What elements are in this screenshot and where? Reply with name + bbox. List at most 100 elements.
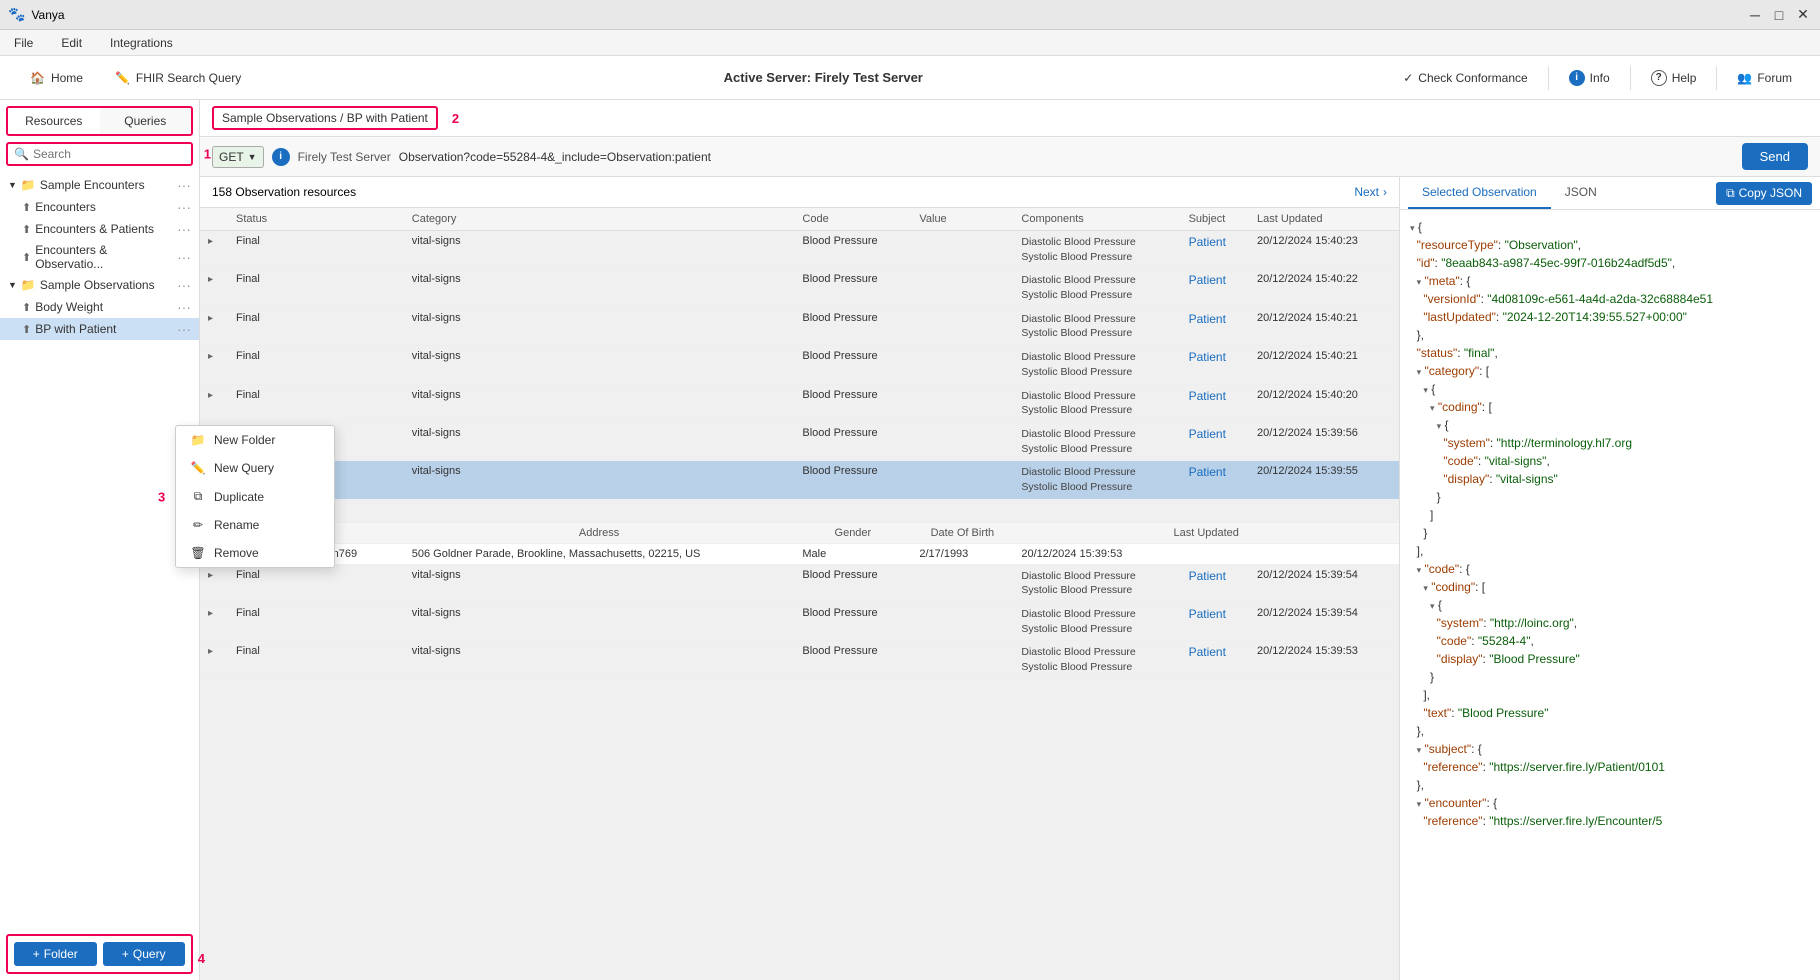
group-sample-observations-header[interactable]: ▼ 📁 Sample Observations ··· (0, 274, 199, 296)
json-code-coding-item-icon[interactable]: ▾ (1430, 601, 1435, 611)
patient-link[interactable]: Patient (1189, 569, 1226, 583)
json-code-coding-icon[interactable]: ▾ (1423, 583, 1428, 593)
table-row[interactable]: ▾ Final vital-signs Blood Pressure Diast… (200, 461, 1399, 499)
col-last-updated: Last Updated (1249, 208, 1399, 231)
tree-item-encounters-patients[interactable]: ⬆ Encounters & Patients ··· (0, 218, 199, 240)
table-row[interactable]: ▸ Final vital-signs Blood Pressure Diast… (200, 231, 1399, 269)
search-input[interactable] (33, 147, 185, 161)
patient-link[interactable]: Patient (1189, 350, 1226, 364)
expand-icon[interactable]: ▸ (208, 390, 213, 401)
json-coding-item-icon[interactable]: ▾ (1437, 421, 1442, 431)
copy-json-button[interactable]: ⧉ Copy JSON (1716, 182, 1812, 205)
json-code-icon[interactable]: ▾ (1417, 565, 1422, 575)
expand-cell[interactable]: ▸ (200, 641, 228, 679)
more-icon[interactable]: ··· (177, 221, 191, 237)
expand-cell[interactable]: ▸ (200, 231, 228, 269)
table-row[interactable]: ▸ Final vital-signs Blood Pressure Diast… (200, 269, 1399, 307)
expand-cell[interactable]: ▸ (200, 603, 228, 641)
table-row[interactable]: ▸ Final vital-signs Blood Pressure Diast… (200, 384, 1399, 422)
components-cell: Diastolic Blood PressureSystolic Blood P… (1013, 307, 1180, 345)
table-row[interactable]: ▸ Final vital-signs Blood Pressure Diast… (200, 603, 1399, 641)
check-conformance-button[interactable]: ✓ Check Conformance (1391, 65, 1539, 91)
tree-item-body-weight[interactable]: ⬆ Body Weight ··· (0, 296, 199, 318)
tab-queries[interactable]: Queries (100, 108, 192, 134)
forum-button[interactable]: 👥 Forum (1725, 65, 1804, 91)
json-collapse-icon[interactable]: ▾ (1410, 223, 1415, 233)
col-category: Category (404, 208, 795, 231)
url-input[interactable] (399, 150, 1734, 164)
method-select[interactable]: GET ▼ (212, 146, 264, 168)
last-updated-cell: 20/12/2024 15:39:55 (1249, 461, 1399, 499)
table-row[interactable]: ▸ Final vital-signs Blood Pressure Diast… (200, 564, 1399, 602)
patient-link[interactable]: Patient (1189, 645, 1226, 659)
json-coding-icon[interactable]: ▾ (1430, 403, 1435, 413)
more-icon[interactable]: ··· (177, 178, 191, 192)
menu-edit[interactable]: Edit (55, 34, 88, 52)
context-menu-new-query[interactable]: ✏️ New Query (176, 454, 334, 482)
more-icon[interactable]: ··· (177, 299, 191, 315)
expand-icon[interactable]: ▸ (208, 274, 213, 285)
add-folder-button[interactable]: + Folder (14, 942, 97, 966)
expand-icon[interactable]: ▸ (208, 608, 213, 619)
maximize-button[interactable]: □ (1770, 6, 1788, 24)
help-button[interactable]: ? Help (1639, 64, 1709, 92)
more-icon[interactable]: ··· (177, 278, 191, 292)
more-icon[interactable]: ··· (177, 249, 191, 265)
expand-cell[interactable]: ▸ (200, 564, 228, 602)
expand-icon[interactable]: ▸ (208, 646, 213, 657)
url-info-button[interactable]: i (272, 148, 290, 166)
patient-link[interactable]: Patient (1189, 427, 1226, 441)
tree-item-bp-with-patient[interactable]: ⬆ BP with Patient ··· (0, 318, 199, 340)
send-button[interactable]: Send (1742, 143, 1808, 170)
tree-item-encounters-observation[interactable]: ⬆ Encounters & Observatio... ··· (0, 240, 199, 274)
expand-icon[interactable]: ▸ (208, 570, 213, 581)
more-icon[interactable]: ··· (177, 199, 191, 215)
menu-file[interactable]: File (8, 34, 39, 52)
patient-link[interactable]: Patient (1189, 465, 1226, 479)
close-button[interactable]: ✕ (1794, 6, 1812, 24)
value-cell (911, 603, 1013, 641)
patient-link[interactable]: Patient (1189, 312, 1226, 326)
table-row[interactable]: ▸ Final vital-signs Blood Pressure Diast… (200, 422, 1399, 460)
patient-link[interactable]: Patient (1189, 273, 1226, 287)
expand-icon[interactable]: ▸ (208, 236, 213, 247)
json-category-icon[interactable]: ▾ (1417, 367, 1422, 377)
context-menu: 📁 New Folder ✏️ New Query ⧉ Duplicate ✏ … (175, 425, 335, 568)
query-btn-label: Query (133, 947, 166, 961)
expand-cell[interactable]: ▸ (200, 269, 228, 307)
patient-link[interactable]: Patient (1189, 389, 1226, 403)
context-menu-remove[interactable]: 🗑 Remove (176, 539, 334, 567)
json-meta-icon[interactable]: ▾ (1417, 277, 1422, 287)
patient-link[interactable]: Patient (1189, 607, 1226, 621)
home-icon: 🏠 (30, 71, 45, 85)
table-row[interactable]: ▸ Final vital-signs Blood Pressure Diast… (200, 641, 1399, 679)
expand-cell[interactable]: ▸ (200, 384, 228, 422)
next-button[interactable]: Next › (1354, 185, 1387, 199)
expand-cell[interactable]: ▸ (200, 346, 228, 384)
fhir-search-button[interactable]: ✏️ FHIR Search Query (101, 65, 255, 91)
patient-link[interactable]: Patient (1189, 235, 1226, 249)
context-menu-rename[interactable]: ✏ Rename (176, 511, 334, 539)
json-subject-icon[interactable]: ▾ (1417, 745, 1422, 755)
tab-selected-observation[interactable]: Selected Observation (1408, 177, 1551, 209)
table-row[interactable]: ▸ Final vital-signs Blood Pressure Diast… (200, 346, 1399, 384)
menu-integrations[interactable]: Integrations (104, 34, 179, 52)
add-query-button[interactable]: + Query (103, 942, 186, 966)
expand-icon[interactable]: ▸ (208, 313, 213, 324)
minimize-button[interactable]: ─ (1746, 6, 1764, 24)
info-button[interactable]: i Info (1557, 64, 1622, 92)
json-cat-item-icon[interactable]: ▾ (1423, 385, 1428, 395)
tab-json[interactable]: JSON (1551, 177, 1611, 209)
group-sample-encounters-header[interactable]: ▼ 📁 Sample Encounters ··· (0, 174, 199, 196)
context-menu-new-folder[interactable]: 📁 New Folder (176, 426, 334, 454)
tab-resources[interactable]: Resources (8, 108, 100, 134)
home-button[interactable]: 🏠 Home (16, 65, 97, 91)
json-encounter-icon[interactable]: ▾ (1417, 799, 1422, 809)
more-icon[interactable]: ··· (177, 321, 191, 337)
context-menu-duplicate[interactable]: ⧉ Duplicate (176, 482, 334, 511)
tree-item-encounters[interactable]: ⬆ Encounters ··· (0, 196, 199, 218)
table-row[interactable]: ▸ Final vital-signs Blood Pressure Diast… (200, 307, 1399, 345)
expand-icon[interactable]: ▸ (208, 351, 213, 362)
table-panel: 158 Observation resources Next › Status … (200, 177, 1400, 980)
expand-cell[interactable]: ▸ (200, 307, 228, 345)
